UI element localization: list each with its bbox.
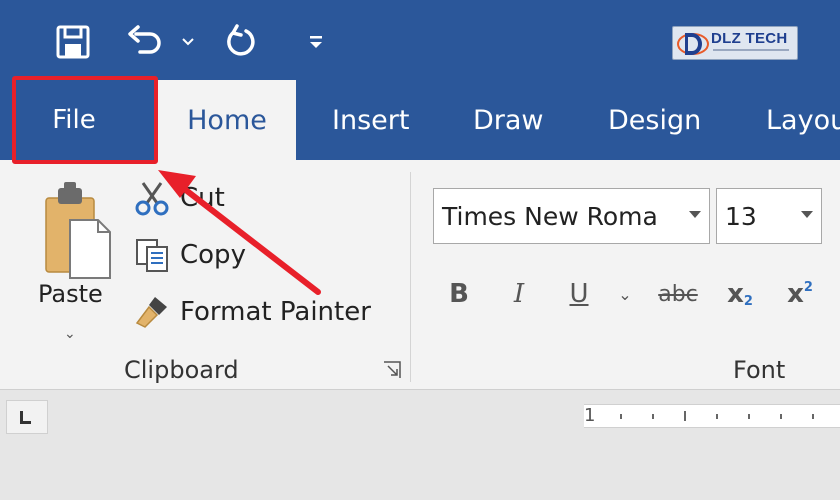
group-divider (410, 172, 411, 382)
paste-icon (45, 182, 111, 279)
format-painter-label: Format Painter (180, 297, 371, 327)
copy-icon (132, 235, 172, 275)
customize-qat-icon[interactable] (302, 20, 330, 64)
ruler-number: 1 (584, 405, 596, 426)
ruler-tick (684, 411, 686, 421)
undo-icon[interactable] (120, 20, 168, 64)
strikethrough-button[interactable]: abc (652, 272, 704, 316)
font-size-combo[interactable]: 13 (716, 188, 822, 244)
logo-tagline (713, 49, 789, 51)
subscript-mark: 2 (743, 293, 753, 309)
redo-icon[interactable] (218, 20, 266, 64)
scissors-icon (132, 178, 172, 218)
dropdown-arrow-icon[interactable] (801, 211, 813, 218)
paste-button[interactable]: Paste ⌄ (30, 174, 116, 352)
ruler-tick (620, 414, 622, 419)
clipboard-group-label: Clipboard (124, 356, 239, 384)
underline-button[interactable]: U (560, 272, 598, 316)
brand-logo: DLZ TECH (672, 26, 798, 60)
tab-insert[interactable]: Insert (332, 80, 409, 160)
paste-label: Paste (38, 280, 103, 308)
bold-button[interactable]: B (440, 272, 478, 316)
copy-label: Copy (180, 240, 246, 270)
horizontal-ruler[interactable]: 1 (584, 404, 840, 428)
font-size-value: 13 (725, 201, 757, 231)
subscript-button[interactable]: x 2 (718, 272, 762, 316)
ruler-tick (812, 414, 814, 419)
font-group-label: Font (733, 356, 786, 384)
italic-button[interactable]: I (500, 272, 538, 316)
chevron-down-icon[interactable]: ⌄ (64, 326, 76, 342)
ribbon: Paste ⌄ Cut Copy Format Painter Clipboar… (0, 160, 840, 390)
font-name-value: Times New Roma (442, 201, 658, 231)
superscript-label: x (787, 279, 804, 309)
dropdown-arrow-icon[interactable] (689, 211, 701, 218)
cut-button[interactable]: Cut (132, 176, 225, 220)
logo-text: DLZ TECH (711, 30, 788, 47)
save-icon[interactable] (48, 20, 98, 64)
font-name-combo[interactable]: Times New Roma (433, 188, 710, 244)
chevron-down-icon[interactable] (176, 20, 200, 64)
title-bar: DLZ TECH (0, 0, 840, 80)
ribbon-tabs: File Home Insert Draw Design Layou (0, 80, 840, 160)
ruler-tick (780, 414, 782, 419)
cut-label: Cut (180, 183, 225, 213)
subscript-label: x (727, 279, 744, 309)
tab-home[interactable]: Home (158, 80, 296, 160)
chevron-down-icon[interactable]: ⌄ (612, 272, 638, 316)
tab-stop-selector[interactable] (6, 400, 48, 434)
tab-draw[interactable]: Draw (473, 80, 544, 160)
superscript-button[interactable]: x 2 (778, 272, 822, 316)
left-tab-icon (20, 411, 31, 424)
ruler-tick (716, 414, 718, 419)
copy-button[interactable]: Copy (132, 233, 246, 277)
ruler-tick (652, 414, 654, 419)
format-painter-button[interactable]: Format Painter (132, 290, 371, 334)
paintbrush-icon (132, 292, 172, 332)
ruler-tick (748, 414, 750, 419)
tab-design[interactable]: Design (608, 80, 701, 160)
dialog-launcher-icon[interactable] (382, 360, 402, 380)
document-area: 1 (0, 390, 840, 500)
tab-file[interactable]: File (14, 80, 156, 160)
tab-layout[interactable]: Layou (766, 80, 840, 160)
superscript-mark: 2 (803, 279, 813, 295)
dlz-logo-icon (677, 33, 709, 55)
